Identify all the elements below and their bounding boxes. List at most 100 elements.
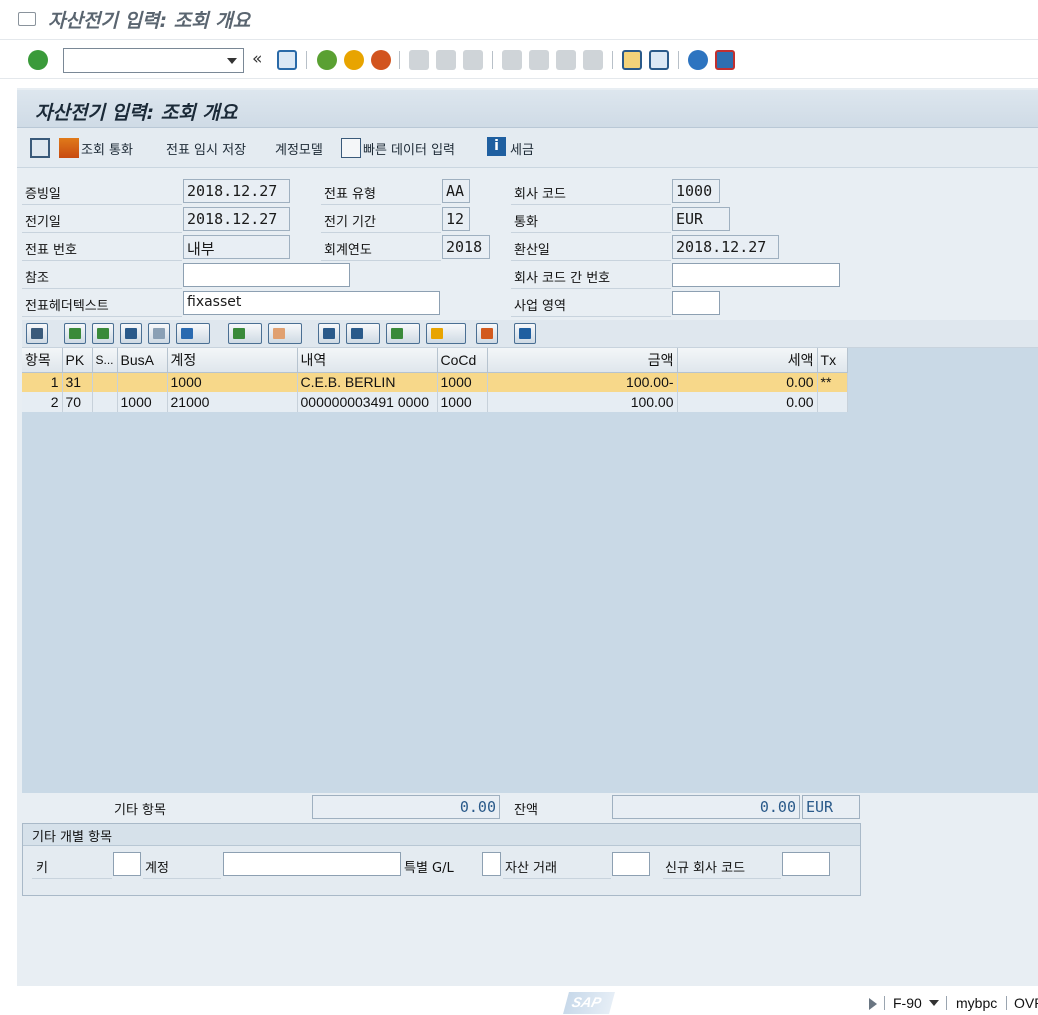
display-currency-button[interactable]: 조회 통화 (81, 139, 133, 158)
info-icon[interactable] (514, 323, 536, 344)
edit-icon[interactable] (341, 138, 361, 158)
page-title: 자산전기 입력: 조회 개요 (35, 102, 238, 124)
posting-period-field[interactable]: 12 (442, 207, 470, 231)
exit-icon[interactable] (344, 50, 364, 70)
export-icon[interactable] (386, 323, 420, 344)
sort-descending-icon[interactable] (92, 323, 114, 344)
cell-tx[interactable]: ** (817, 372, 848, 392)
grid-header-row: 항목 PK S... BusA 계정 내역 CoCd 금액 세액 Tx (22, 348, 848, 373)
reference-field[interactable] (183, 263, 350, 287)
fiscal-year-field[interactable]: 2018 (442, 235, 490, 259)
col-pk[interactable]: PK (62, 348, 93, 373)
cell-tx[interactable] (817, 392, 848, 412)
cell-pk[interactable]: 31 (62, 372, 93, 392)
print-icon[interactable] (318, 323, 340, 344)
document-date-field[interactable]: 2018.12.27 (183, 179, 290, 203)
sum-icon[interactable] (228, 323, 262, 344)
expand-icon[interactable]: « (252, 49, 262, 69)
document-type-label: 전표 유형 (324, 187, 376, 202)
cell-busa[interactable]: 1000 (117, 392, 168, 412)
col-cocd[interactable]: CoCd (437, 348, 488, 373)
translation-date-field[interactable]: 2018.12.27 (672, 235, 779, 259)
col-account[interactable]: 계정 (167, 348, 298, 373)
special-gl-field[interactable] (482, 852, 501, 876)
asset-transaction-field[interactable] (612, 852, 650, 876)
enter-check-icon[interactable] (28, 50, 48, 70)
cell-s[interactable] (92, 372, 118, 392)
col-text[interactable]: 내역 (297, 348, 438, 373)
company-code-label: 회사 코드 (514, 187, 566, 202)
cell-text[interactable]: C.E.B. BERLIN (297, 372, 438, 392)
cancel-icon[interactable] (371, 50, 391, 70)
filter-icon[interactable] (176, 323, 210, 344)
cell-item[interactable]: 2 (22, 392, 63, 412)
cell-cocd[interactable]: 1000 (437, 372, 488, 392)
cell-pk[interactable]: 70 (62, 392, 93, 412)
expand-status-icon[interactable] (869, 998, 877, 1010)
graphic-icon[interactable] (476, 323, 498, 344)
table-row[interactable]: 2 70 1000 21000 000000003491 0000 1000 1… (22, 392, 848, 412)
cell-busa[interactable] (117, 372, 168, 392)
reference-label: 참조 (25, 271, 49, 286)
sort-ascending-icon[interactable] (64, 323, 86, 344)
new-session-icon[interactable] (622, 50, 642, 70)
cell-s[interactable] (92, 392, 118, 412)
subtotal-icon[interactable] (268, 323, 302, 344)
posting-date-field[interactable]: 2018.12.27 (183, 207, 290, 231)
park-document-button[interactable]: 전표 임시 저장 (166, 139, 246, 158)
help-icon[interactable] (688, 50, 708, 70)
cell-tax[interactable]: 0.00 (677, 392, 818, 412)
cell-amount[interactable]: 100.00- (487, 372, 678, 392)
document-date-label: 증빙일 (25, 187, 61, 202)
details-icon[interactable] (26, 323, 48, 344)
menu-icon[interactable] (18, 12, 36, 26)
col-s[interactable]: S... (92, 348, 118, 373)
document-number-field[interactable]: 내부 (183, 235, 290, 259)
first-page-icon (502, 50, 522, 70)
command-field[interactable] (63, 48, 244, 73)
fast-data-entry-button[interactable]: 빠른 데이터 입력 (363, 139, 455, 158)
other-items-label: 기타 항목 (114, 803, 166, 818)
cell-amount[interactable]: 100.00 (487, 392, 678, 412)
col-amount[interactable]: 금액 (487, 348, 678, 373)
business-area-field[interactable] (672, 291, 720, 315)
save-icon[interactable] (277, 50, 297, 70)
account-field[interactable] (223, 852, 401, 876)
header-text-field[interactable]: fixasset (183, 291, 440, 315)
window-titlebar: 자산전기 입력: 조회 개요 (0, 0, 1038, 40)
info-icon[interactable]: i (487, 137, 506, 156)
cell-account[interactable]: 21000 (167, 392, 298, 412)
col-tax[interactable]: 세액 (677, 348, 818, 373)
views-icon[interactable] (346, 323, 380, 344)
window-title: 자산전기 입력: 조회 개요 (48, 10, 251, 32)
table-row[interactable]: 1 31 1000 C.E.B. BERLIN 1000 100.00- 0.0… (22, 372, 848, 392)
business-area-label: 사업 영역 (514, 299, 566, 314)
company-code-field[interactable]: 1000 (672, 179, 720, 203)
layout-icon[interactable] (426, 323, 466, 344)
currency-field[interactable]: EUR (672, 207, 730, 231)
cell-cocd[interactable]: 1000 (437, 392, 488, 412)
header-text-label: 전표헤더텍스트 (25, 299, 109, 314)
shortcut-icon[interactable] (649, 50, 669, 70)
customize-layout-icon[interactable] (715, 50, 735, 70)
taxes-button[interactable]: 세금 (510, 139, 534, 158)
find-icon[interactable] (120, 323, 142, 344)
col-item[interactable]: 항목 (22, 348, 63, 373)
col-tx[interactable]: Tx (817, 348, 848, 373)
cell-tax[interactable]: 0.00 (677, 372, 818, 392)
chevron-down-icon[interactable] (929, 1000, 939, 1006)
col-busa[interactable]: BusA (117, 348, 168, 373)
cross-company-number-field[interactable] (672, 263, 840, 287)
chevron-down-icon[interactable] (227, 58, 237, 64)
new-company-code-field[interactable] (782, 852, 830, 876)
find-next-icon[interactable] (148, 323, 170, 344)
cell-account[interactable]: 1000 (167, 372, 298, 392)
account-model-button[interactable]: 계정모델 (275, 139, 323, 158)
currency-icon[interactable] (59, 138, 79, 158)
posting-key-field[interactable] (113, 852, 141, 876)
cell-text[interactable]: 000000003491 0000 (297, 392, 438, 412)
document-type-field[interactable]: AA (442, 179, 470, 203)
display-icon[interactable] (30, 138, 50, 158)
back-icon[interactable] (317, 50, 337, 70)
cell-item[interactable]: 1 (22, 372, 63, 392)
